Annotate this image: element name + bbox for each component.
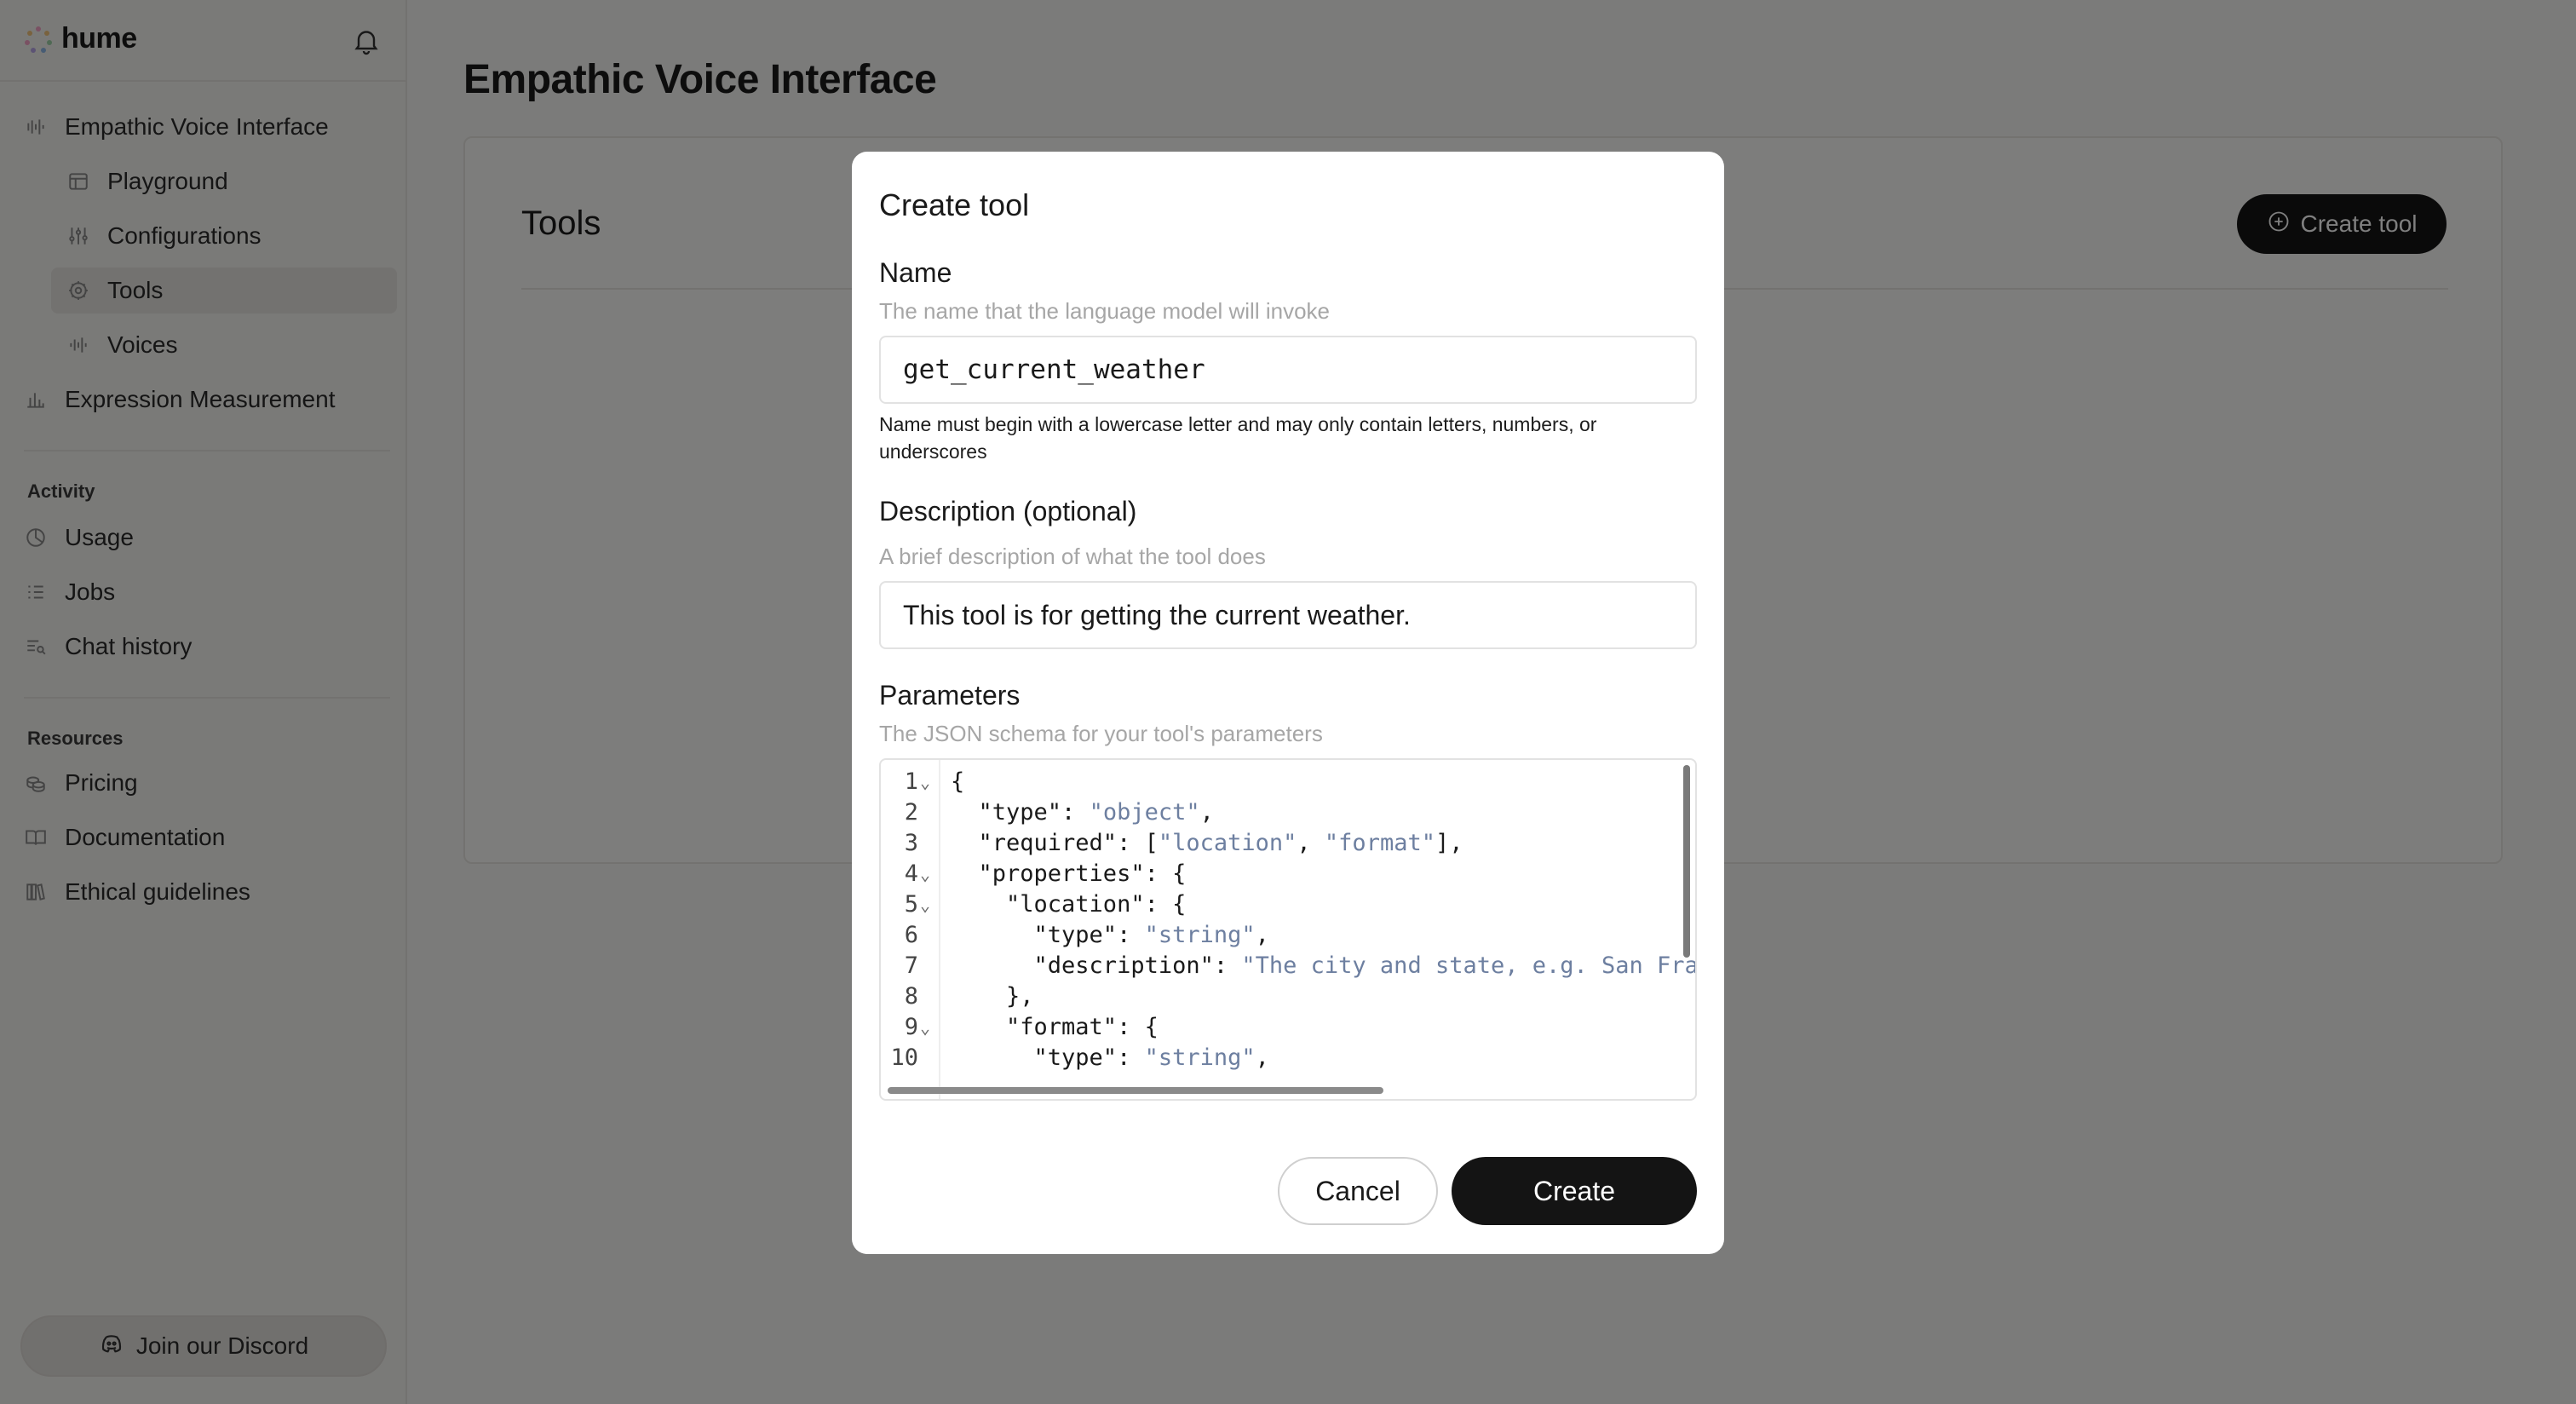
description-input[interactable]: This tool is for getting the current wea… bbox=[879, 581, 1697, 649]
line-number: 4 bbox=[904, 860, 918, 887]
name-validation-note: Name must begin with a lowercase letter … bbox=[879, 413, 1597, 463]
code-line[interactable]: 9 ⌄ "format": { bbox=[881, 1012, 1695, 1043]
fold-chevron-icon[interactable]: ⌄ bbox=[920, 859, 930, 889]
cancel-button[interactable]: Cancel bbox=[1278, 1157, 1438, 1225]
code-line[interactable]: 7 "description": "The city and state, e.… bbox=[881, 951, 1697, 981]
parameters-help-text: The JSON schema for your tool's paramete… bbox=[879, 721, 1323, 746]
code-line[interactable]: 2 "type": "object", bbox=[881, 797, 1695, 828]
line-number: 9 bbox=[904, 1014, 918, 1040]
code-text: "type": "object", bbox=[951, 799, 1214, 826]
description-label: Description (optional) bbox=[879, 496, 1137, 526]
code-text: }, bbox=[951, 983, 1034, 1010]
description-help-text: A brief description of what the tool doe… bbox=[879, 544, 1266, 569]
line-number: 5 bbox=[904, 891, 918, 918]
fold-chevron-icon[interactable]: ⌄ bbox=[920, 1012, 930, 1043]
name-help-text: The name that the language model will in… bbox=[879, 298, 1330, 324]
code-text: "location": { bbox=[951, 891, 1187, 918]
create-tool-dialog: Create tool Name The name that the langu… bbox=[852, 152, 1724, 1254]
line-number: 8 bbox=[904, 983, 918, 1010]
code-text: "type": "string", bbox=[951, 1044, 1269, 1071]
line-number: 3 bbox=[904, 830, 918, 856]
fold-chevron-icon[interactable]: ⌄ bbox=[920, 889, 930, 920]
code-line[interactable]: 10 "type": "string", bbox=[881, 1043, 1695, 1073]
code-line[interactable]: 6 "type": "string", bbox=[881, 920, 1695, 951]
parameters-label: Parameters bbox=[879, 680, 1021, 711]
line-number: 1 bbox=[904, 768, 918, 795]
code-line[interactable]: 5 ⌄ "location": { bbox=[881, 889, 1695, 920]
vertical-scrollbar[interactable] bbox=[1683, 765, 1690, 958]
name-input[interactable]: get_current_weather bbox=[879, 336, 1697, 404]
parameters-code-editor[interactable]: 1 ⌄{2 "type": "object", 3 "required": ["lo… bbox=[879, 758, 1697, 1101]
code-text: "description": "The city and state, e.g.… bbox=[951, 952, 1697, 979]
code-line[interactable]: 4 ⌄ "properties": { bbox=[881, 859, 1695, 889]
code-line[interactable]: 3 "required": ["location", "format"], bbox=[881, 828, 1695, 859]
dialog-title: Create tool bbox=[879, 187, 1030, 222]
code-line[interactable]: 1 ⌄ { bbox=[881, 767, 1695, 797]
code-text: { bbox=[951, 768, 965, 795]
fold-chevron-icon[interactable]: ⌄ bbox=[920, 767, 930, 797]
code-text: "required": ["location", "format"], bbox=[951, 830, 1463, 856]
line-number: 7 bbox=[904, 952, 918, 979]
horizontal-scrollbar[interactable] bbox=[888, 1087, 1383, 1094]
code-line[interactable]: 8 }, bbox=[881, 981, 1695, 1012]
line-number: 6 bbox=[904, 922, 918, 948]
name-label: Name bbox=[879, 257, 952, 288]
line-number: 2 bbox=[904, 799, 918, 826]
create-button[interactable]: Create bbox=[1452, 1157, 1697, 1225]
code-text: "properties": { bbox=[951, 860, 1187, 887]
code-text: "type": "string", bbox=[951, 922, 1269, 948]
line-number: 10 bbox=[890, 1044, 918, 1071]
code-text: "format": { bbox=[951, 1014, 1159, 1040]
